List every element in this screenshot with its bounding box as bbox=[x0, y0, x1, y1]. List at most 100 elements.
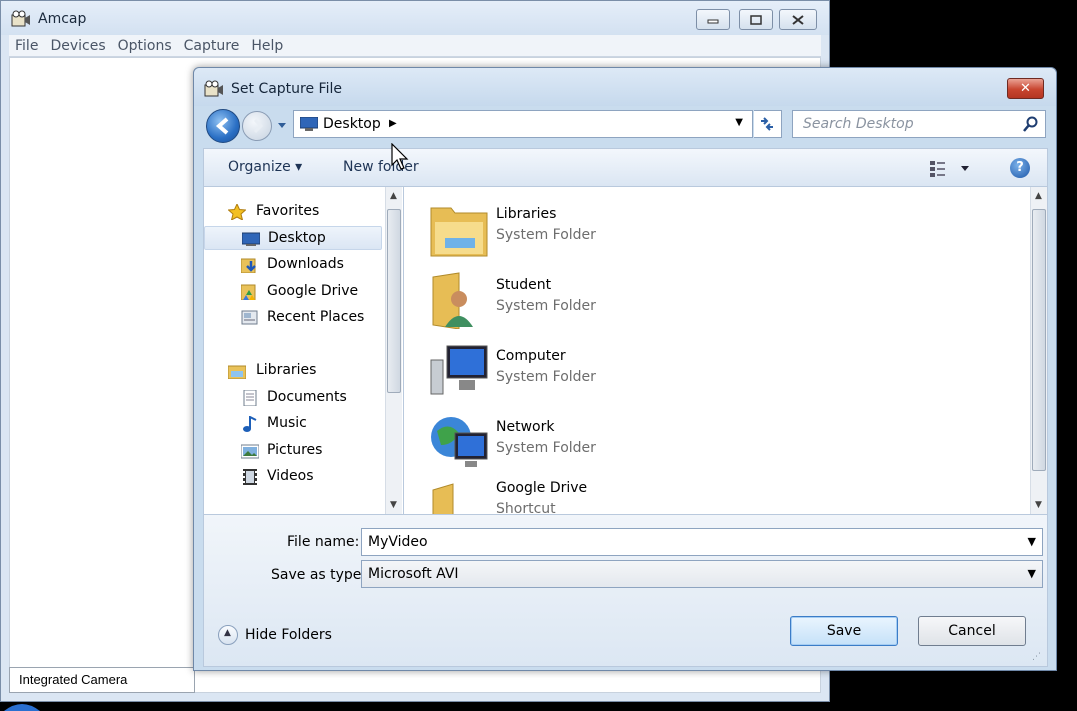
dialog-title: Set Capture File bbox=[231, 81, 342, 97]
nav-recent-places-label: Recent Places bbox=[267, 309, 365, 325]
save-type-select[interactable]: Microsoft AVI ▼ bbox=[361, 560, 1043, 588]
organize-button[interactable]: Organize ▾ bbox=[228, 159, 302, 175]
file-item-network[interactable]: Network System Folder bbox=[429, 409, 829, 473]
file-list: Libraries System Folder Student System F… bbox=[403, 186, 1048, 515]
file-name-value[interactable]: MyVideo bbox=[368, 534, 428, 550]
amcap-titlebar[interactable]: Amcap bbox=[1, 1, 829, 35]
set-capture-file-dialog: Set Capture File ✕ Desktop ▶ ▼ Search De… bbox=[193, 67, 1057, 671]
nav-documents[interactable]: Documents bbox=[204, 386, 382, 410]
close-icon: ✕ bbox=[1020, 80, 1031, 96]
status-bar: Integrated Camera bbox=[9, 667, 195, 693]
google-drive-folder-icon bbox=[241, 284, 256, 300]
change-view-icon[interactable] bbox=[930, 158, 974, 178]
resize-grip-icon[interactable]: ⋰ bbox=[1032, 652, 1041, 662]
help-icon[interactable]: ? bbox=[1010, 158, 1030, 178]
menu-help[interactable]: Help bbox=[245, 35, 289, 54]
file-name-combobox[interactable]: MyVideo ▼ bbox=[361, 528, 1043, 556]
address-dropdown-icon[interactable]: ▼ bbox=[735, 117, 743, 128]
cancel-button[interactable]: Cancel bbox=[918, 616, 1026, 646]
nav-pictures-label: Pictures bbox=[267, 442, 323, 458]
maximize-icon bbox=[750, 14, 762, 25]
save-button[interactable]: Save bbox=[790, 616, 898, 646]
scroll-up-icon[interactable]: ▲ bbox=[390, 191, 397, 201]
nav-pictures[interactable]: Pictures bbox=[204, 439, 382, 463]
file-type: Shortcut bbox=[496, 501, 556, 515]
search-icon[interactable] bbox=[1023, 116, 1039, 132]
file-name: Google Drive bbox=[496, 480, 588, 496]
file-type: System Folder bbox=[496, 298, 596, 314]
close-icon bbox=[792, 14, 804, 25]
scroll-up-icon[interactable]: ▲ bbox=[1035, 191, 1042, 201]
amcap-menubar: File Devices Options Capture Help bbox=[9, 35, 821, 57]
refresh-icon bbox=[761, 117, 773, 131]
maximize-button[interactable] bbox=[739, 9, 773, 30]
save-type-value: Microsoft AVI bbox=[368, 566, 459, 582]
back-button[interactable] bbox=[206, 109, 240, 143]
address-bar[interactable]: Desktop ▶ ▼ bbox=[293, 110, 753, 138]
nav-scroll-thumb[interactable] bbox=[387, 209, 401, 393]
hide-folders-label: Hide Folders bbox=[245, 627, 332, 643]
file-item-computer[interactable]: Computer System Folder bbox=[429, 338, 829, 402]
nav-google-drive[interactable]: Google Drive bbox=[204, 280, 382, 304]
nav-libraries[interactable]: Libraries bbox=[204, 359, 382, 383]
files-scrollbar[interactable]: ▲ ▼ bbox=[1030, 187, 1047, 514]
nav-videos-label: Videos bbox=[267, 468, 314, 484]
collapse-icon: ▲ bbox=[218, 625, 238, 645]
nav-videos[interactable]: Videos bbox=[204, 465, 382, 489]
search-placeholder: Search Desktop bbox=[803, 116, 914, 132]
menu-options[interactable]: Options bbox=[112, 35, 178, 54]
camera-app-icon bbox=[204, 80, 223, 97]
camera-app-icon bbox=[11, 10, 30, 27]
file-type: System Folder bbox=[496, 227, 596, 243]
navigation-pane: Favorites Desktop Downloads Google Drive… bbox=[203, 186, 403, 515]
file-item-student[interactable]: Student System Folder bbox=[429, 267, 829, 331]
minimize-button[interactable] bbox=[696, 9, 730, 30]
save-type-dropdown-icon[interactable]: ▼ bbox=[1028, 567, 1036, 580]
arrow-left-icon bbox=[215, 117, 229, 135]
downloads-folder-icon bbox=[241, 258, 256, 273]
file-type: System Folder bbox=[496, 369, 596, 385]
nav-libraries-label: Libraries bbox=[256, 362, 317, 378]
scroll-down-icon[interactable]: ▼ bbox=[1035, 500, 1042, 510]
menu-file[interactable]: File bbox=[9, 35, 44, 54]
menu-devices[interactable]: Devices bbox=[44, 35, 111, 54]
nav-music[interactable]: Music bbox=[204, 412, 382, 436]
file-name-label: File name: bbox=[287, 534, 360, 550]
nav-downloads[interactable]: Downloads bbox=[204, 253, 382, 277]
refresh-button[interactable] bbox=[754, 110, 782, 138]
nav-desktop[interactable]: Desktop bbox=[204, 226, 382, 250]
file-item-libraries[interactable]: Libraries System Folder bbox=[429, 196, 829, 260]
scroll-down-icon[interactable]: ▼ bbox=[390, 500, 397, 510]
file-name: Libraries bbox=[496, 206, 557, 222]
nav-recent-places[interactable]: Recent Places bbox=[204, 306, 382, 330]
libraries-icon bbox=[228, 365, 246, 379]
documents-icon bbox=[243, 390, 257, 406]
star-icon bbox=[228, 204, 246, 220]
address-desktop-crumb[interactable]: Desktop bbox=[323, 116, 381, 132]
computer-icon bbox=[430, 345, 488, 395]
dialog-titlebar[interactable]: Set Capture File ✕ bbox=[194, 68, 1056, 106]
pictures-icon bbox=[241, 444, 259, 459]
nav-favorites-label: Favorites bbox=[256, 203, 320, 219]
mouse-cursor-icon bbox=[391, 143, 409, 170]
file-name-dropdown-icon[interactable]: ▼ bbox=[1028, 535, 1036, 548]
files-scroll-thumb[interactable] bbox=[1032, 209, 1046, 471]
amcap-title: Amcap bbox=[38, 11, 87, 27]
nav-documents-label: Documents bbox=[267, 389, 347, 405]
arrow-right-icon bbox=[253, 118, 264, 134]
close-button[interactable] bbox=[779, 9, 817, 30]
forward-button[interactable] bbox=[242, 111, 272, 141]
file-type: System Folder bbox=[496, 440, 596, 456]
recent-pages-dropdown-icon[interactable] bbox=[277, 120, 287, 130]
file-name: Computer bbox=[496, 348, 566, 364]
dialog-close-button[interactable]: ✕ bbox=[1007, 78, 1044, 99]
breadcrumb-arrow-icon[interactable]: ▶ bbox=[389, 118, 397, 129]
search-box[interactable]: Search Desktop bbox=[792, 110, 1046, 138]
nav-scrollbar[interactable]: ▲ ▼ bbox=[385, 187, 402, 514]
nav-favorites[interactable]: Favorites bbox=[204, 200, 382, 224]
file-item-google-drive[interactable]: Google Drive Shortcut bbox=[429, 470, 829, 515]
save-type-label: Save as type: bbox=[271, 567, 367, 583]
menu-capture[interactable]: Capture bbox=[178, 35, 246, 54]
nav-desktop-label: Desktop bbox=[268, 230, 326, 246]
folder-shortcut-icon bbox=[432, 483, 454, 514]
